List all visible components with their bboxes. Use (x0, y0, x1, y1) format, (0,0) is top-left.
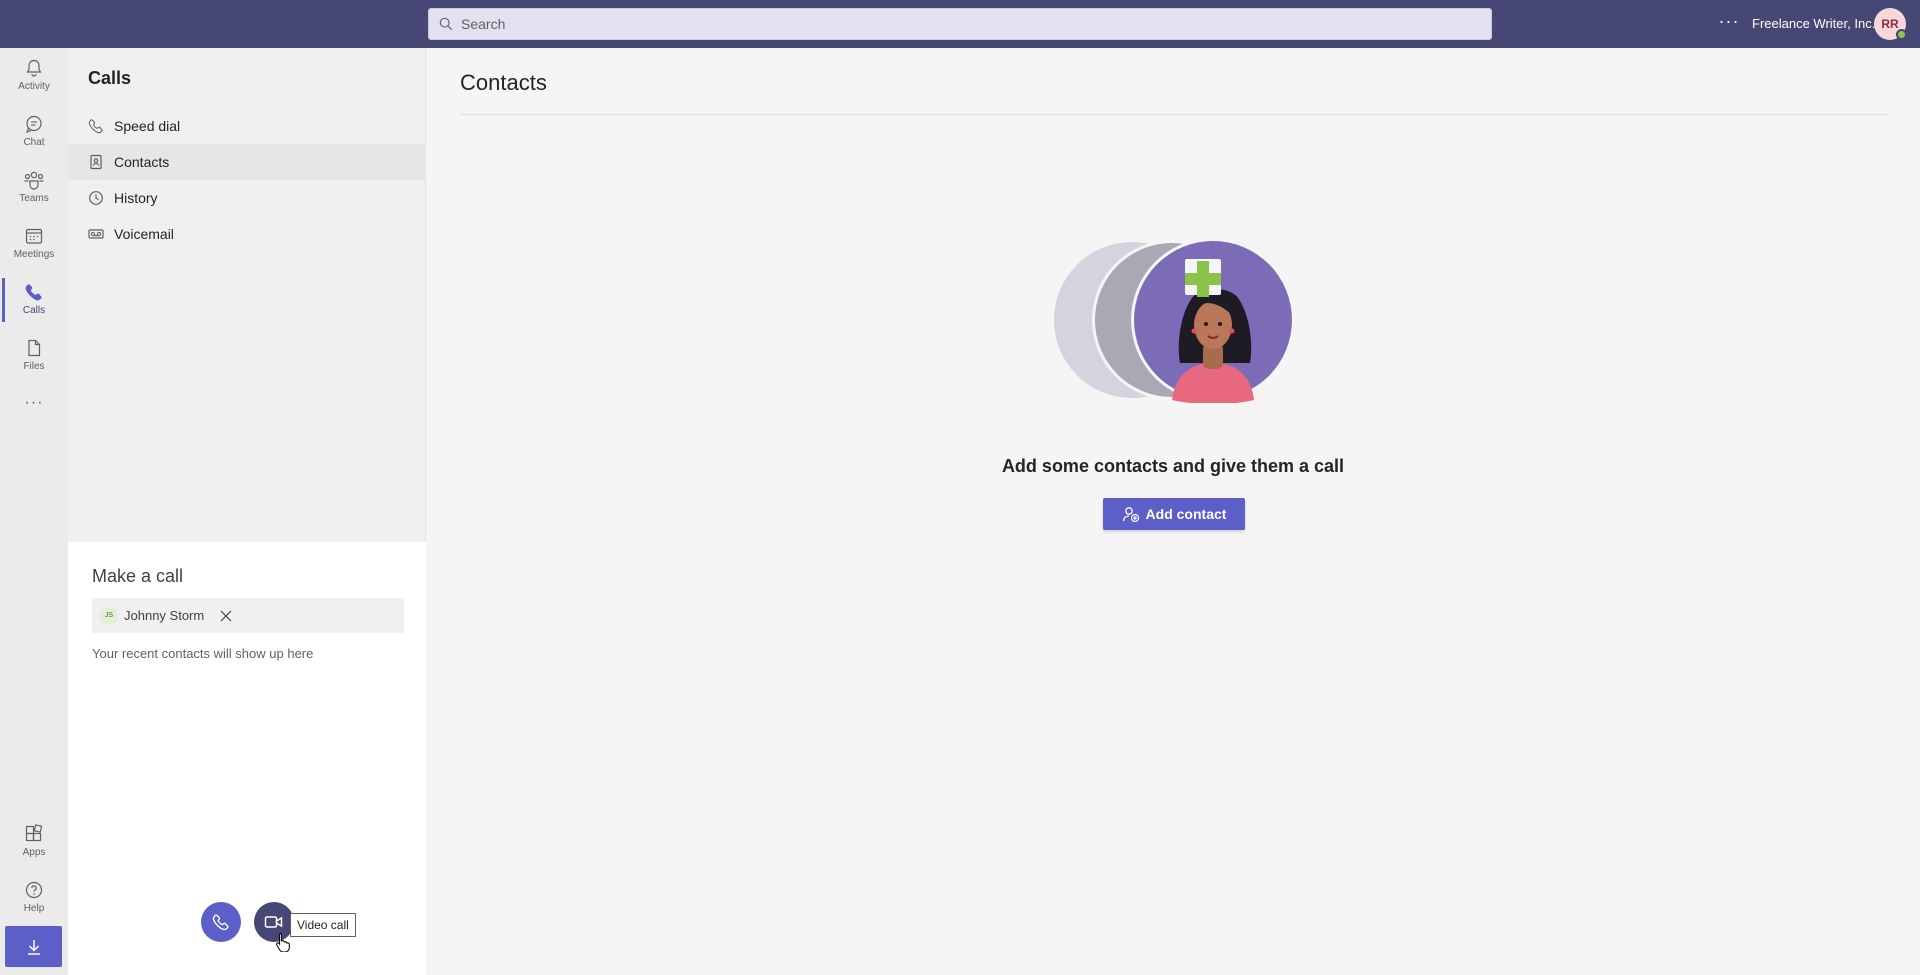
video-camera-icon (264, 916, 283, 928)
nav-label-contacts: Contacts (114, 154, 170, 170)
nav-label-history: History (114, 190, 158, 206)
teams-icon (24, 171, 44, 190)
calls-panel: Calls Speed dial Contacts History Voicem… (68, 48, 426, 975)
mouse-pointer-icon (276, 933, 290, 952)
make-a-call-section: Make a call JS Johnny Storm Your recent … (68, 542, 426, 975)
phone-icon (25, 284, 42, 301)
voicemail-icon (88, 229, 104, 239)
bell-icon (26, 59, 42, 77)
rail-item-meetings[interactable]: Meetings (0, 216, 68, 270)
rail-item-activity[interactable]: Activity (0, 48, 68, 102)
nav-item-contacts[interactable]: Contacts (68, 144, 426, 180)
phone-icon (212, 914, 229, 931)
remove-recipient-button[interactable] (216, 606, 236, 626)
rail-item-chat[interactable]: Chat (0, 104, 68, 158)
recipient-name: Johnny Storm (124, 608, 205, 623)
rail-item-teams[interactable]: Teams (0, 160, 68, 214)
chat-icon (25, 115, 42, 134)
help-icon (25, 881, 43, 899)
calendar-icon (25, 228, 43, 244)
download-app-button[interactable] (5, 926, 62, 967)
apps-icon (25, 824, 43, 842)
audio-call-button[interactable] (201, 902, 241, 942)
nav-label-voicemail: Voicemail (114, 226, 174, 242)
divider (460, 114, 1888, 115)
rail-item-files[interactable]: Files (0, 328, 68, 382)
rail-label-teams: Teams (19, 193, 49, 204)
recent-contacts-hint: Your recent contacts will show up here (92, 646, 314, 661)
add-contact-button[interactable]: Add contact (1103, 498, 1245, 530)
more-options-button[interactable]: ··· (1716, 10, 1742, 36)
rail-label-chat: Chat (23, 137, 45, 148)
rail-label-apps: Apps (22, 847, 46, 858)
add-contact-label: Add contact (1145, 506, 1227, 522)
search-icon (439, 17, 453, 31)
contacts-illustration (1054, 238, 1295, 403)
rail-label-help: Help (23, 903, 45, 914)
more-apps-button[interactable]: ··· (0, 394, 68, 424)
recipient-field[interactable]: JS Johnny Storm (92, 598, 404, 633)
rail-label-activity: Activity (18, 81, 50, 92)
app-rail: Activity Chat Teams Meetings Calls Files… (0, 48, 68, 975)
empty-state-message: Add some contacts and give them a call (1001, 456, 1345, 476)
make-a-call-title: Make a call (92, 566, 184, 586)
rail-item-calls[interactable]: Calls (0, 272, 68, 326)
clock-icon (89, 191, 103, 205)
contact-card-icon (90, 154, 102, 170)
nav-label-speed-dial: Speed dial (114, 118, 181, 134)
rail-item-help[interactable]: Help (0, 870, 68, 924)
top-bar: Search ··· Freelance Writer, Inc. RR (0, 0, 1920, 48)
search-input[interactable]: Search (428, 8, 1492, 40)
video-call-tooltip: Video call (290, 913, 356, 937)
download-icon (27, 939, 40, 955)
rail-label-meetings: Meetings (13, 249, 55, 260)
close-icon (220, 610, 232, 621)
nav-item-voicemail[interactable]: Voicemail (68, 216, 426, 252)
phone-icon (88, 119, 103, 134)
org-name[interactable]: Freelance Writer, Inc. (1752, 16, 1875, 31)
add-person-icon (1122, 507, 1139, 522)
presence-available-icon (1896, 29, 1907, 40)
rail-label-calls: Calls (22, 305, 46, 316)
nav-item-speed-dial[interactable]: Speed dial (68, 108, 426, 144)
recipient-avatar: JS (100, 606, 118, 625)
file-icon (28, 339, 41, 357)
rail-label-files: Files (23, 361, 45, 372)
rail-item-apps[interactable]: Apps (0, 814, 68, 868)
search-placeholder: Search (461, 16, 506, 32)
panel-title: Calls (88, 68, 132, 88)
nav-item-history[interactable]: History (68, 180, 426, 216)
page-title: Contacts (460, 70, 547, 95)
